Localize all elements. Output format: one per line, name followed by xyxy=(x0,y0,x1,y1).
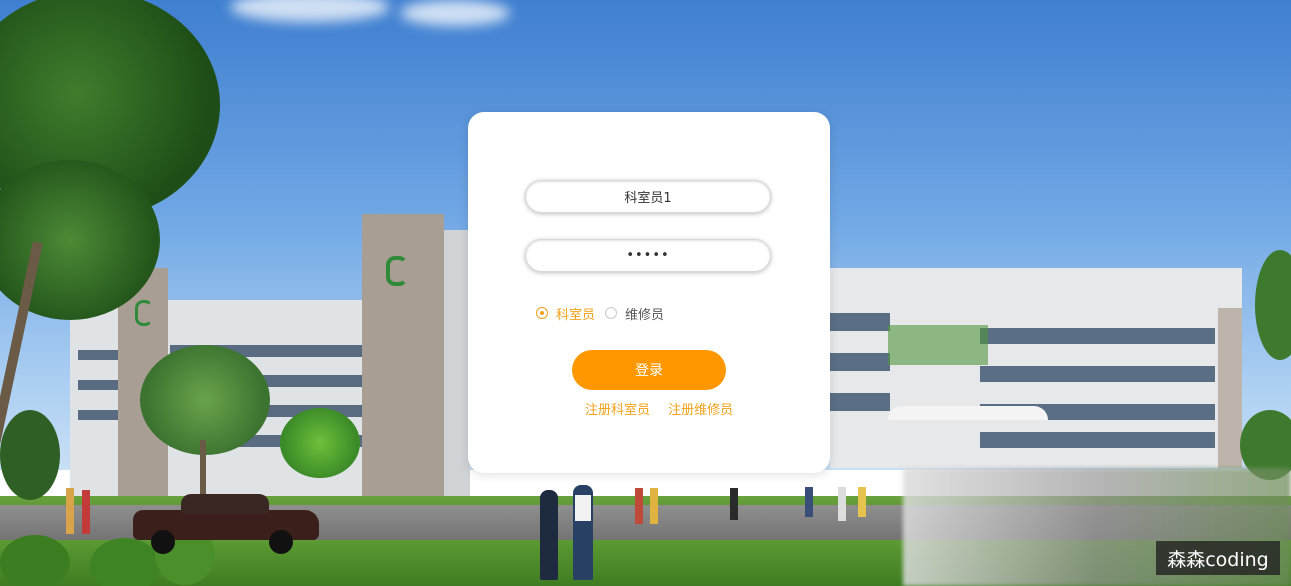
car xyxy=(133,494,319,554)
register-links: 注册科室员 注册维修员 xyxy=(585,399,747,418)
username-input[interactable] xyxy=(525,180,771,213)
role-label-repair[interactable]: 维修员 xyxy=(625,304,664,323)
pedestrian xyxy=(838,487,846,521)
pedestrian xyxy=(858,487,866,517)
pedestrian xyxy=(573,485,593,580)
register-staff-link[interactable]: 注册科室员 xyxy=(585,403,650,418)
password-input[interactable] xyxy=(525,239,771,272)
pedestrian xyxy=(635,488,643,524)
building-center-tower xyxy=(362,214,444,504)
pedestrian xyxy=(730,488,738,520)
register-repair-link[interactable]: 注册维修员 xyxy=(668,403,733,418)
pedestrian xyxy=(66,488,74,534)
pedestrian xyxy=(540,490,558,580)
role-radio-repair[interactable] xyxy=(605,307,618,319)
tree-foliage xyxy=(140,345,270,455)
building-right-wing xyxy=(830,268,1242,468)
pedestrian xyxy=(82,490,90,534)
watermark: 森森coding xyxy=(1156,541,1280,575)
tree-foliage xyxy=(0,410,60,500)
building-green-terrace xyxy=(888,325,988,365)
cloud xyxy=(400,0,510,26)
tree-trunk xyxy=(200,440,206,500)
role-radio-staff[interactable] xyxy=(536,307,548,319)
bush xyxy=(0,535,70,586)
palm-foliage xyxy=(280,408,360,478)
bush xyxy=(90,538,160,586)
login-button[interactable]: 登录 xyxy=(572,350,726,390)
building-center-wing xyxy=(444,230,470,500)
login-card: 科室员 维修员 登录 注册科室员 注册维修员 xyxy=(468,112,830,473)
pedestrian xyxy=(650,488,658,524)
role-selector: 科室员 维修员 xyxy=(536,304,664,323)
role-label-staff[interactable]: 科室员 xyxy=(556,304,595,323)
pedestrian xyxy=(805,487,813,517)
